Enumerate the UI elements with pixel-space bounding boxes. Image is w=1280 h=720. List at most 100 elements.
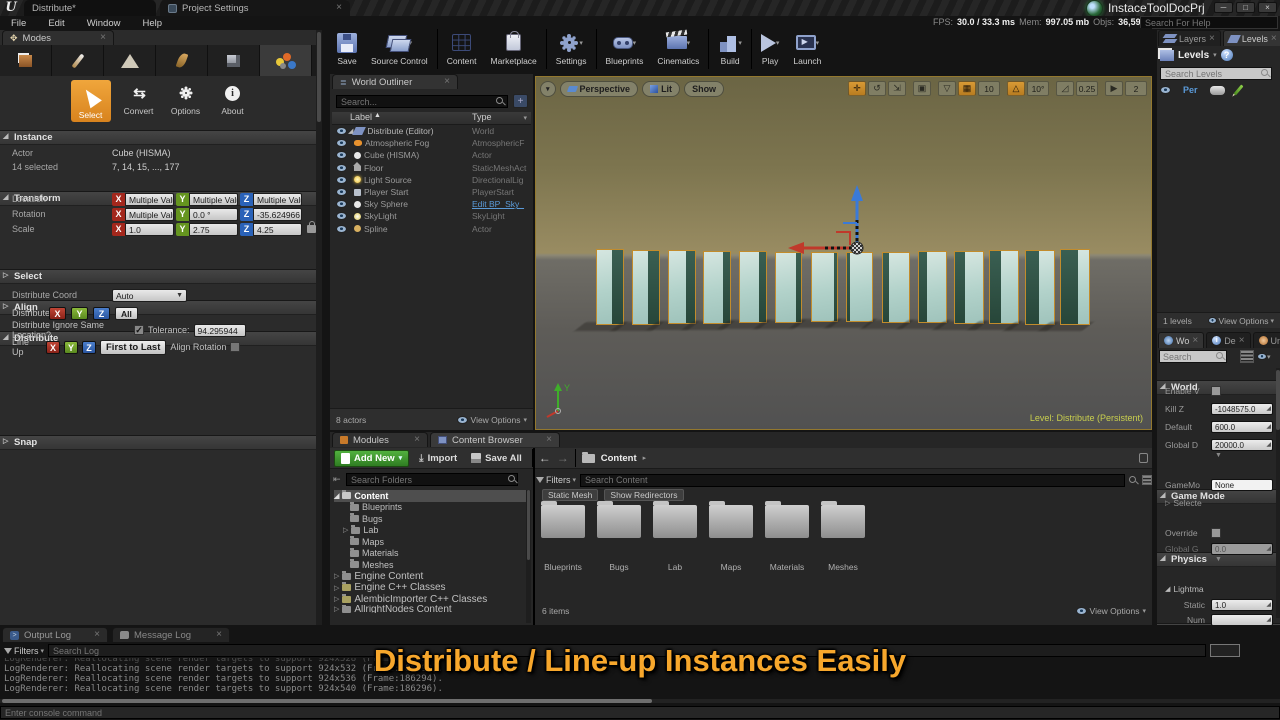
grid-snap-button[interactable]: ▦ [958, 81, 976, 96]
tab-world-outliner[interactable]: ≣ World Outliner × [332, 74, 458, 89]
viewport-options-button[interactable]: ▾ [540, 81, 556, 97]
tab-world-settings[interactable]: Wo × [1158, 332, 1204, 348]
show-button[interactable]: Show [684, 81, 724, 97]
tab-third[interactable]: Un × [1253, 332, 1280, 348]
chevron-down-icon[interactable]: ▾ [523, 114, 527, 122]
gamemode-dropdown[interactable]: None [1211, 479, 1273, 491]
mode-tab-geometry[interactable] [208, 45, 260, 76]
tree-scrollbar[interactable] [526, 490, 531, 623]
asset-folder-materials[interactable]: Materials [762, 505, 812, 572]
visibility-eye-icon[interactable] [336, 188, 347, 196]
tree-item[interactable]: Meshes [334, 559, 526, 571]
tree-item-engine-cpp[interactable]: ▷Engine C++ Classes [334, 582, 526, 594]
minimize-button[interactable]: ─ [1214, 2, 1233, 13]
display-filter-button[interactable]: ▾ [1257, 353, 1271, 361]
asset-folder-maps[interactable]: Maps [706, 505, 756, 572]
outliner-row[interactable]: Sky Sphere Edit BP_Sky_ [332, 198, 531, 210]
close-icon[interactable]: × [216, 630, 222, 640]
tab-levels[interactable]: Levels × [1223, 30, 1280, 46]
search-folders-input[interactable] [346, 473, 518, 486]
chevron-right-icon[interactable]: ▸ [643, 454, 647, 462]
settings-button[interactable]: ▾ Settings [549, 28, 594, 66]
lineup-x-button[interactable]: X [46, 341, 60, 354]
mode-tab-landscape[interactable] [104, 45, 156, 76]
console-command-input[interactable] [0, 706, 1280, 719]
build-button[interactable]: ▾ Build [711, 28, 749, 66]
visibility-eye-icon[interactable] [336, 212, 347, 220]
menu-help[interactable]: Help [131, 18, 173, 29]
menu-window[interactable]: Window [76, 18, 132, 29]
options-tool-button[interactable]: Options [167, 80, 205, 116]
close-icon[interactable]: × [1239, 336, 1245, 346]
align-rotation-checkbox[interactable] [230, 342, 240, 352]
add-new-button[interactable]: Add New ▾ [334, 450, 409, 467]
viewport[interactable]: ▾ Perspective Lit Show ✛ ↺ ⇲ ▣ ▽ ▦ 10 [535, 76, 1152, 430]
rotation-x-field[interactable]: Multiple Valu [125, 208, 174, 221]
visibility-eye-icon[interactable] [336, 127, 347, 135]
edit-blueprint-link[interactable]: Edit BP_Sky_ [472, 199, 524, 209]
tree-item[interactable]: Materials [334, 548, 526, 560]
help-search-input[interactable] [1140, 16, 1278, 29]
visibility-eye-icon[interactable] [336, 225, 347, 233]
move-tool-button[interactable]: ✛ [848, 81, 866, 96]
mode-tab-foliage[interactable] [156, 45, 208, 76]
tab-modes[interactable]: ✥ Modes × [2, 30, 114, 45]
rotation-snap-value[interactable]: 10° [1027, 81, 1049, 96]
expand-more-arrow[interactable]: ▼ [1157, 556, 1280, 563]
content-button[interactable]: Content [440, 28, 484, 66]
tree-item-content[interactable]: ◢ Content [334, 490, 526, 502]
num-bounces-field[interactable]: ◢ [1211, 614, 1273, 625]
close-icon[interactable]: × [1192, 336, 1198, 346]
levels-dropdown[interactable]: Levels [1178, 50, 1209, 61]
scale-tool-button[interactable]: ⇲ [888, 81, 906, 96]
tab-project-settings[interactable]: Project Settings × [160, 0, 350, 16]
tolerance-field[interactable]: 94.295944 [194, 324, 246, 337]
first-to-last-button[interactable]: First to Last [100, 340, 166, 355]
tree-item[interactable]: Maps [334, 536, 526, 548]
expand-more-arrow[interactable]: ▼ [1157, 452, 1280, 459]
distribute-y-button[interactable]: Y [71, 307, 88, 320]
scale-x-field[interactable]: 1.0 [125, 223, 174, 236]
camera-speed-button[interactable]: ▶ [1105, 81, 1123, 96]
about-tool-button[interactable]: i About [214, 80, 252, 116]
rotate-tool-button[interactable]: ↺ [868, 81, 886, 96]
column-type[interactable]: Type [472, 112, 492, 122]
tree-item[interactable]: ▷Lab [334, 525, 526, 537]
tree-item-engine-content[interactable]: ▷Engine Content [334, 571, 526, 583]
scale-z-field[interactable]: 4.25 [253, 223, 302, 236]
breadcrumb-content[interactable]: Content [601, 453, 637, 464]
outliner-view-options-button[interactable]: View Options ▾ [457, 415, 527, 425]
pencil-icon[interactable] [1233, 84, 1243, 95]
tab-content-browser[interactable]: Content Browser × [430, 432, 560, 447]
coordinate-system-button[interactable]: ▣ [913, 81, 931, 96]
outliner-row[interactable]: Cube (HISMA) Actor [332, 149, 531, 161]
menu-file[interactable]: File [0, 18, 37, 29]
outliner-row-world[interactable]: ◢ Distribute (Editor) World [332, 125, 531, 137]
tab-details[interactable]: i De × [1206, 332, 1250, 348]
close-icon[interactable]: × [336, 3, 342, 13]
log-hscrollbar[interactable] [0, 699, 1280, 703]
tab-modules[interactable]: Modules × [332, 432, 428, 447]
play-button[interactable]: ▾ Play [754, 28, 787, 66]
close-icon[interactable]: × [414, 435, 420, 445]
scale-snap-button[interactable]: ◿ [1056, 81, 1074, 96]
tab-distribute[interactable]: Distribute* [24, 0, 156, 16]
outliner-row[interactable]: Spline Actor [332, 223, 531, 235]
save-all-button[interactable]: Save All [467, 453, 526, 464]
global-d-field[interactable]: 20000.0◢ [1211, 439, 1273, 451]
location-z-field[interactable]: Multiple Valu [253, 193, 302, 206]
rotation-snap-button[interactable]: △ [1007, 81, 1025, 96]
visibility-eye-icon[interactable] [336, 176, 347, 184]
levels-view-options-button[interactable]: View Options ▾ [1208, 316, 1274, 326]
outliner-row[interactable]: Atmospheric Fog AtmosphericF [332, 137, 531, 149]
grid-snap-value[interactable]: 10 [978, 81, 1000, 96]
close-icon[interactable]: × [444, 77, 450, 87]
search-content-input[interactable] [580, 474, 1125, 487]
asset-folder-meshes[interactable]: Meshes [818, 505, 868, 572]
section-snap[interactable]: Snap [0, 435, 322, 450]
section-instance[interactable]: Instance [0, 130, 322, 145]
lock-icon[interactable] [307, 225, 316, 233]
convert-tool-button[interactable]: ⇆ Convert [120, 80, 158, 116]
camera-speed-value[interactable]: 2 [1125, 81, 1147, 96]
close-icon[interactable]: × [546, 435, 552, 445]
